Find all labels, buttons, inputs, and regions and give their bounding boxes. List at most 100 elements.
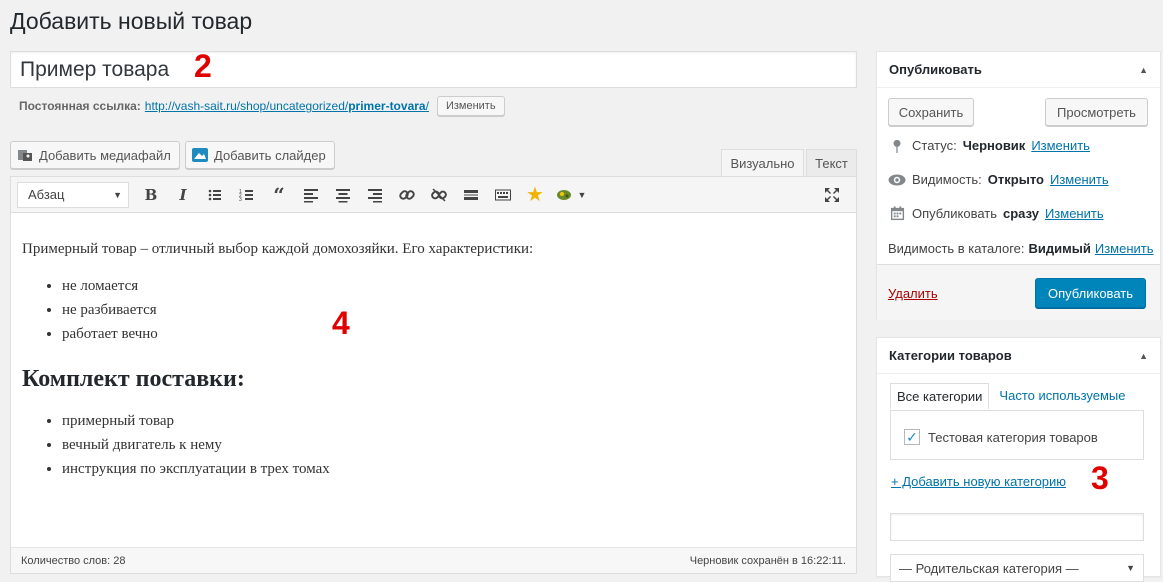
- tab-text[interactable]: Текст: [806, 149, 857, 177]
- numbered-list-icon[interactable]: 123: [231, 181, 263, 209]
- visibility-value: Открыто: [987, 172, 1044, 187]
- edit-slug-button[interactable]: Изменить: [436, 96, 505, 116]
- list-item: примерный товар: [62, 409, 845, 433]
- publish-actions: Удалить Опубликовать: [877, 264, 1160, 320]
- unlink-icon[interactable]: [423, 181, 455, 209]
- autosave-status: Черновик сохранён в 16:22:11.: [689, 554, 846, 567]
- editor-toolbar: Абзац ▼ B I 123 “ ★ ▼: [11, 177, 856, 213]
- post-title-input[interactable]: Пример товара: [10, 51, 857, 88]
- category-label: Тестовая категория товаров: [928, 429, 1098, 445]
- list-item: вечный двигатель к нему: [62, 433, 845, 457]
- add-media-button[interactable]: Добавить медиафайл: [10, 141, 180, 169]
- category-item[interactable]: ✓ Тестовая категория товаров: [904, 429, 1098, 445]
- slider-icon: [192, 147, 208, 163]
- add-slider-button[interactable]: Добавить слайдер: [185, 141, 335, 169]
- publish-box-header[interactable]: Опубликовать ▲: [877, 52, 1160, 88]
- list-item: не ломается: [62, 274, 845, 298]
- bold-icon[interactable]: B: [135, 181, 167, 209]
- add-category-link[interactable]: + Добавить новую категорию: [891, 474, 1066, 489]
- product-categories-box: Категории товаров ▲ Все категории Часто …: [876, 337, 1161, 582]
- editor-content[interactable]: Примерный товар – отличный выбор каждой …: [11, 213, 856, 481]
- media-icon: [17, 147, 33, 163]
- content-intro: Примерный товар – отличный выбор каждой …: [22, 241, 534, 257]
- content-heading: Комплект поставки:: [22, 366, 245, 392]
- tab-visual[interactable]: Визуально: [721, 149, 804, 177]
- align-right-icon[interactable]: [359, 181, 391, 209]
- list-item: инструкция по эксплуатации в трех томах: [62, 457, 845, 481]
- edit-visibility-link[interactable]: Изменить: [1050, 172, 1109, 187]
- list-item: работает вечно: [62, 322, 845, 346]
- chevron-down-icon: ▼: [1126, 563, 1135, 573]
- add-slider-label: Добавить слайдер: [214, 147, 326, 163]
- edit-status-link[interactable]: Изменить: [1031, 138, 1090, 153]
- catalog-visibility-value: Видимый: [1028, 241, 1091, 256]
- publish-box: Опубликовать ▲ Сохранить Просмотреть Ста…: [876, 51, 1161, 320]
- chevron-down-icon: ▼: [113, 189, 122, 200]
- toolbar-toggle-icon[interactable]: [487, 181, 519, 209]
- content-editor: Абзац ▼ B I 123 “ ★ ▼ Примерный товар – …: [10, 176, 857, 574]
- status-value: Черновик: [962, 138, 1026, 153]
- features-list: не ломается не разбивается работает вечн…: [22, 274, 845, 346]
- visibility-label: Видимость:: [912, 172, 982, 187]
- catalog-visibility-row: Видимость в каталоге: Видимый Изменить: [888, 241, 1154, 256]
- list-item: не разбивается: [62, 298, 845, 322]
- collapse-icon[interactable]: ▲: [1139, 65, 1148, 75]
- new-category-input[interactable]: [890, 513, 1144, 541]
- category-checklist: ✓ Тестовая категория товаров: [890, 410, 1144, 460]
- permalink-trail: /: [425, 99, 429, 113]
- permalink-slug: primer-tovara: [348, 99, 426, 113]
- editor-statusbar: Количество слов: 28 Черновик сохранён в …: [11, 547, 856, 573]
- plugin-icon[interactable]: ▼: [551, 181, 591, 209]
- category-checkbox[interactable]: ✓: [904, 429, 920, 445]
- publish-box-title: Опубликовать: [889, 62, 982, 77]
- tab-popular-categories[interactable]: Часто используемые: [989, 383, 1135, 409]
- delete-link[interactable]: Удалить: [888, 286, 938, 301]
- visibility-row: Видимость: Открыто Изменить: [888, 172, 1109, 187]
- schedule-row: Опубликовать сразу Изменить: [888, 206, 1104, 221]
- permalink-link[interactable]: http://vash-sait.ru/shop/uncategorized/p…: [145, 99, 429, 113]
- read-more-icon[interactable]: [455, 181, 487, 209]
- add-media-label: Добавить медиафайл: [39, 147, 171, 163]
- permalink-label: Постоянная ссылка:: [19, 99, 141, 113]
- status-label: Статус:: [912, 138, 957, 153]
- edit-schedule-link[interactable]: Изменить: [1045, 206, 1104, 221]
- schedule-label: Опубликовать: [912, 206, 998, 221]
- italic-icon[interactable]: I: [167, 181, 199, 209]
- publish-button[interactable]: Опубликовать: [1035, 278, 1146, 308]
- collapse-icon[interactable]: ▲: [1139, 351, 1148, 361]
- permalink-base: http://vash-sait.ru/shop/uncategorized/: [144, 99, 349, 113]
- catalog-visibility-label: Видимость в каталоге:: [888, 241, 1025, 256]
- annotation-marker-4: 4: [332, 305, 350, 341]
- package-list: примерный товар вечный двигатель к нему …: [22, 409, 845, 481]
- parent-category-value: — Родительская категория —: [899, 560, 1079, 576]
- category-tabs: Все категории Часто используемые: [890, 383, 1135, 409]
- categories-box-title: Категории товаров: [889, 348, 1012, 363]
- status-row: Статус: Черновик Изменить: [888, 138, 1090, 153]
- annotation-marker-3: 3: [1091, 460, 1109, 496]
- word-count: Количество слов: 28: [21, 554, 126, 567]
- preview-button[interactable]: Просмотреть: [1045, 98, 1148, 126]
- blockquote-icon[interactable]: “: [263, 181, 295, 209]
- annotation-marker-2: 2: [194, 48, 212, 84]
- page-title: Добавить новый товар: [10, 8, 253, 34]
- bullet-list-icon[interactable]: [199, 181, 231, 209]
- pin-icon: [888, 139, 906, 153]
- save-draft-button[interactable]: Сохранить: [888, 98, 974, 126]
- categories-box-header[interactable]: Категории товаров ▲: [877, 338, 1160, 374]
- parent-category-select[interactable]: — Родительская категория — ▼: [890, 554, 1144, 582]
- eye-icon: [888, 174, 906, 186]
- post-title-value: Пример товара: [20, 58, 170, 81]
- tab-all-categories[interactable]: Все категории: [890, 383, 990, 409]
- permalink-row: Постоянная ссылка: http://vash-sait.ru/s…: [19, 96, 505, 116]
- format-select-value: Абзац: [28, 187, 65, 202]
- link-icon[interactable]: [391, 181, 423, 209]
- expand-icon[interactable]: [816, 181, 848, 209]
- align-left-icon[interactable]: [295, 181, 327, 209]
- calendar-icon: [888, 206, 906, 221]
- format-select[interactable]: Абзац ▼: [17, 181, 129, 208]
- star-icon[interactable]: ★: [519, 181, 551, 209]
- svg-text:3: 3: [239, 197, 242, 203]
- align-center-icon[interactable]: [327, 181, 359, 209]
- schedule-value: сразу: [1003, 206, 1039, 221]
- edit-catalog-visibility-link[interactable]: Изменить: [1095, 241, 1154, 256]
